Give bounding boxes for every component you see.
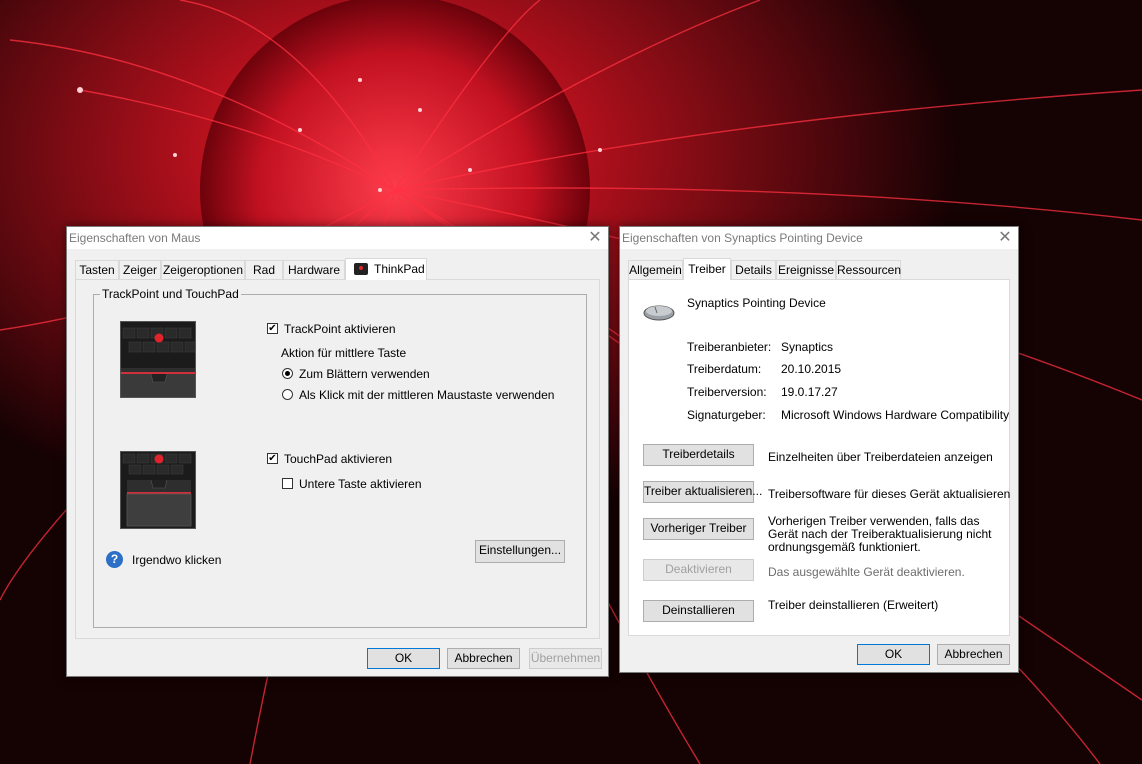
close-icon[interactable]: ✕ <box>996 229 1014 247</box>
mouse-window-title: Eigenschaften von Maus <box>69 231 201 245</box>
touchpad-checkbox[interactable]: ✔ <box>267 453 278 464</box>
close-icon[interactable]: ✕ <box>586 229 604 247</box>
driver-panel: Synaptics Pointing Device Treiberanbiete… <box>628 279 1010 636</box>
tab-hardware[interactable]: Hardware <box>283 260 345 279</box>
mouse-properties-window: Eigenschaften von Maus ✕ Tasten Zeiger Z… <box>66 226 609 677</box>
touchpad-checkbox-label[interactable]: TouchPad aktivieren <box>284 452 392 466</box>
tab-tasten[interactable]: Tasten <box>75 260 119 279</box>
device-ok-button[interactable]: OK <box>857 644 930 665</box>
lower-button-checkbox-label[interactable]: Untere Taste aktivieren <box>299 477 422 491</box>
device-cancel-button[interactable]: Abbrechen <box>937 644 1010 665</box>
info-value-date: 20.10.2015 <box>781 362 842 376</box>
tab-zeiger[interactable]: Zeiger <box>119 260 161 279</box>
rollback-driver-button[interactable]: Vorheriger Treiber <box>643 518 754 540</box>
lower-button-checkbox[interactable] <box>282 478 293 489</box>
info-label-signer: Signaturgeber: <box>687 408 766 422</box>
radio-middle-click[interactable] <box>282 389 293 400</box>
trackpoint-checkbox-label[interactable]: TrackPoint aktivieren <box>284 322 396 336</box>
info-value-version: 19.0.17.27 <box>781 385 838 399</box>
group-title: TrackPoint und TouchPad <box>100 287 241 301</box>
middle-button-label: Aktion für mittlere Taste <box>281 346 407 360</box>
mouse-tabs: Tasten Zeiger Zeigeroptionen Rad Hardwar… <box>75 258 600 280</box>
device-window-titlebar[interactable]: Eigenschaften von Synaptics Pointing Dev… <box>620 227 1018 249</box>
device-properties-window: Eigenschaften von Synaptics Pointing Dev… <box>619 226 1019 673</box>
device-tabs: Allgemein Treiber Details Ereignisse Res… <box>628 258 1013 280</box>
info-label-provider: Treiberanbieter: <box>687 340 772 354</box>
trackpoint-touchpad-group: TrackPoint und TouchPad ✔ TrackPoint akt… <box>93 287 587 628</box>
radio-middle-click-label[interactable]: Als Klick mit der mittleren Maustaste ve… <box>299 388 554 402</box>
tab-ereignisse[interactable]: Ereignisse <box>776 260 836 279</box>
info-label-version: Treiberversion: <box>687 385 767 399</box>
tab-rad[interactable]: Rad <box>245 260 283 279</box>
tab-ressourcen[interactable]: Ressourcen <box>836 260 901 279</box>
device-window-title: Eigenschaften von Synaptics Pointing Dev… <box>622 231 863 245</box>
help-icon[interactable]: ? <box>106 551 123 568</box>
tab-allgemein[interactable]: Allgemein <box>628 260 683 279</box>
driver-details-desc: Einzelheiten über Treiberdateien anzeige… <box>768 450 993 464</box>
tab-details[interactable]: Details <box>731 260 776 279</box>
tab-treiber[interactable]: Treiber <box>683 258 731 280</box>
thinkpad-tab-label: ThinkPad <box>374 262 425 276</box>
uninstall-driver-desc: Treiber deinstallieren (Erweitert) <box>768 598 939 612</box>
tab-zeigeroptionen[interactable]: Zeigeroptionen <box>161 260 245 279</box>
thinkpad-panel: TrackPoint und TouchPad ✔ TrackPoint akt… <box>75 279 600 639</box>
info-label-date: Treiberdatum: <box>687 362 762 376</box>
mouse-cancel-button[interactable]: Abbrechen <box>447 648 520 669</box>
trackpoint-checkbox[interactable]: ✔ <box>267 323 278 334</box>
mouse-device-icon <box>643 305 675 321</box>
info-value-signer: Microsoft Windows Hardware Compatibility <box>781 408 1010 422</box>
radio-scroll-label[interactable]: Zum Blättern verwenden <box>299 367 430 381</box>
info-value-provider: Synaptics <box>781 340 834 354</box>
driver-details-button[interactable]: Treiberdetails <box>643 444 754 466</box>
settings-button[interactable]: Einstellungen... <box>475 540 565 563</box>
mouse-ok-button[interactable]: OK <box>367 648 440 669</box>
device-name: Synaptics Pointing Device <box>687 296 826 310</box>
touchpad-keyboard-image <box>120 451 196 529</box>
thinkpad-tab-icon <box>354 263 368 275</box>
help-link[interactable]: Irgendwo klicken <box>132 553 221 567</box>
tab-thinkpad[interactable]: ThinkPad <box>345 258 427 280</box>
mouse-window-titlebar[interactable]: Eigenschaften von Maus ✕ <box>67 227 608 249</box>
update-driver-button[interactable]: Treiber aktualisieren... <box>643 481 762 503</box>
uninstall-driver-button[interactable]: Deinstallieren <box>643 600 754 622</box>
mouse-apply-button[interactable]: Übernehmen <box>529 648 602 669</box>
update-driver-desc: Treibersoftware für dieses Gerät aktuali… <box>768 487 1011 501</box>
radio-scroll[interactable] <box>282 368 293 379</box>
trackpoint-keyboard-image <box>120 321 196 398</box>
disable-device-button[interactable]: Deaktivieren <box>643 559 754 581</box>
rollback-driver-desc: Vorherigen Treiber verwenden, falls das … <box>768 514 992 554</box>
disable-device-desc: Das ausgewählte Gerät deaktivieren. <box>768 565 965 579</box>
